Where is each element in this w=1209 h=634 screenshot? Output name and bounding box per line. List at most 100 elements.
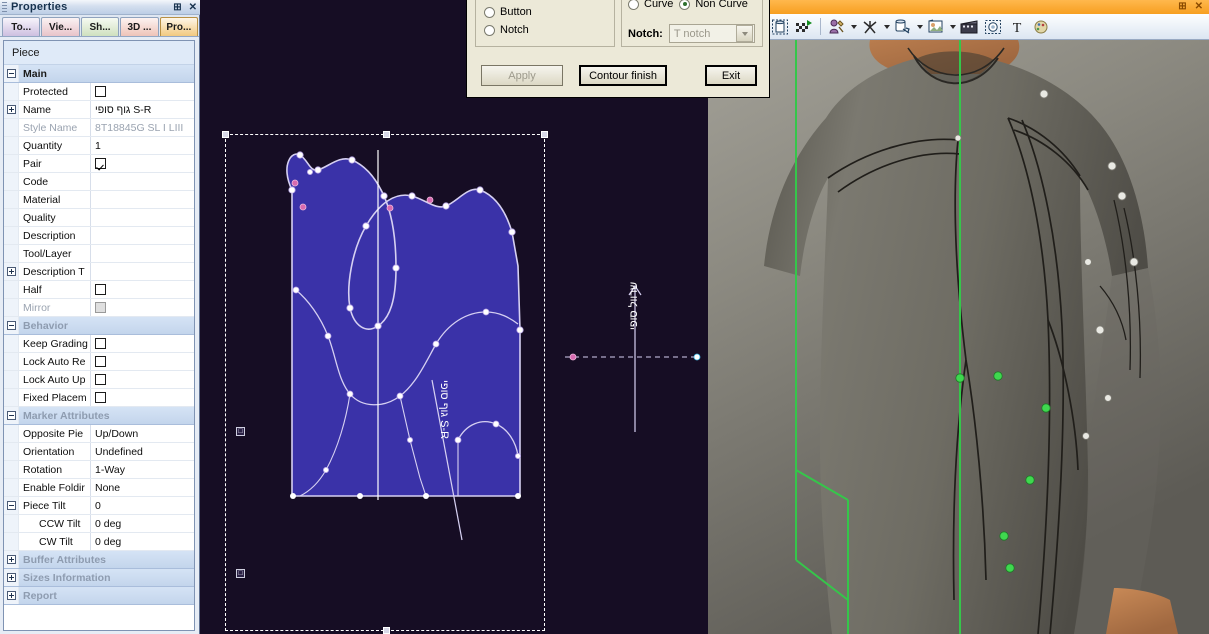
property-value[interactable]: 0 deg [91, 533, 194, 550]
radio-noncurve-option[interactable]: Non Curve [679, 0, 748, 12]
property-row-lock-auto-re[interactable]: Lock Auto Re [4, 353, 194, 371]
property-grid[interactable]: Main Protected Name גוף סופי S-R Style Name 8… [4, 65, 194, 605]
property-row-piece-tilt[interactable]: Piece Tilt 0 [4, 497, 194, 515]
movie-record-icon[interactable] [958, 16, 980, 37]
checkbox-icon[interactable] [95, 392, 106, 403]
contour-finish-button[interactable]: Contour finish [579, 65, 667, 86]
plus-icon[interactable] [6, 267, 16, 276]
property-row-code[interactable]: Code [4, 173, 194, 191]
property-row-orientation[interactable]: Orientation Undefined [4, 443, 194, 461]
resize-handle-nw[interactable] [222, 131, 229, 138]
property-row-keep-grading[interactable]: Keep Grading [4, 335, 194, 353]
property-row-mirror[interactable]: Mirror [4, 299, 194, 317]
plus-icon[interactable] [6, 573, 16, 582]
pin-icon[interactable]: ⊞ [173, 2, 181, 13]
checkbox-icon[interactable] [95, 374, 106, 385]
property-value[interactable] [91, 155, 194, 172]
property-value[interactable] [91, 227, 194, 244]
tab-tools[interactable]: To... [2, 17, 41, 36]
property-value[interactable]: 1-Way [91, 461, 194, 478]
checkbox-icon[interactable] [95, 356, 106, 367]
property-section-buffer-attributes[interactable]: Buffer Attributes [4, 551, 194, 569]
pin-icon[interactable]: ⊞ [1178, 2, 1186, 12]
section-expander[interactable] [4, 407, 19, 424]
3d-toolbar[interactable]: T [708, 14, 1209, 40]
property-section-report[interactable]: Report [4, 587, 194, 605]
checkbox-icon[interactable] [95, 284, 106, 295]
section-expander[interactable] [4, 551, 19, 568]
stitch-tool-icon[interactable] [892, 16, 914, 37]
apply-button[interactable]: Apply [481, 65, 563, 86]
checkbox-icon[interactable] [95, 158, 106, 169]
chevron-down-icon[interactable] [917, 24, 923, 29]
property-row-pair[interactable]: Pair [4, 155, 194, 173]
property-row-lock-auto-up[interactable]: Lock Auto Up [4, 371, 194, 389]
piece-anchor-marker-top[interactable]: □ [236, 427, 245, 436]
row-expander[interactable] [4, 101, 19, 118]
close-icon[interactable]: ✕ [189, 2, 197, 13]
property-row-name[interactable]: Name גוף סופי S-R [4, 101, 194, 119]
property-row-material[interactable]: Material [4, 191, 194, 209]
tab-properties[interactable]: Pro... [159, 17, 199, 36]
close-icon[interactable]: ✕ [1195, 2, 1203, 12]
property-value[interactable]: None [91, 479, 194, 496]
radio-icon[interactable] [628, 0, 639, 10]
minus-icon[interactable] [6, 69, 16, 78]
property-section-behavior[interactable]: Behavior [4, 317, 194, 335]
selection-bounding-box[interactable] [222, 131, 548, 634]
chevron-down-icon[interactable] [851, 24, 857, 29]
property-row-quality[interactable]: Quality [4, 209, 194, 227]
property-value[interactable] [91, 173, 194, 190]
property-value[interactable]: 0 [91, 497, 194, 514]
exit-button[interactable]: Exit [705, 65, 757, 86]
property-value[interactable] [91, 191, 194, 208]
row-expander[interactable] [4, 263, 19, 280]
property-value[interactable]: 1 [91, 137, 194, 154]
minus-icon[interactable] [6, 321, 16, 330]
select-piece-icon[interactable] [769, 16, 791, 37]
checkbox-icon[interactable] [95, 302, 106, 313]
dock-grip[interactable] [2, 1, 7, 13]
property-row-enable-foldir[interactable]: Enable Foldir None [4, 479, 194, 497]
property-value[interactable] [91, 299, 194, 316]
piece-anchor-marker-bottom[interactable]: □ [236, 569, 245, 578]
chevron-down-icon[interactable] [950, 24, 956, 29]
row-expander[interactable] [4, 497, 19, 514]
property-row-fixed-placem[interactable]: Fixed Placem [4, 389, 194, 407]
property-row-rotation[interactable]: Rotation 1-Way [4, 461, 194, 479]
property-row-description-t[interactable]: Description T [4, 263, 194, 281]
property-row-ccw-tilt[interactable]: CCW Tilt 0 deg [4, 515, 194, 533]
property-value[interactable] [91, 245, 194, 262]
property-row-tool-layer[interactable]: Tool/Layer [4, 245, 194, 263]
property-value[interactable] [91, 209, 194, 226]
radio-notch-option[interactable]: Notch [484, 22, 614, 38]
section-expander[interactable] [4, 65, 19, 82]
tab-3d[interactable]: 3D ... [120, 17, 159, 36]
property-value[interactable]: 8T18845G SL I LIII [91, 119, 194, 136]
chevron-down-icon[interactable] [884, 24, 890, 29]
resize-handle-ne[interactable] [541, 131, 548, 138]
radio-button-option[interactable]: Button [484, 4, 614, 20]
radio-icon[interactable] [484, 24, 495, 36]
plus-icon[interactable] [6, 591, 16, 600]
section-expander[interactable] [4, 317, 19, 334]
notch-properties-dialog[interactable]: Button Notch Curve Non Curve Notch: T no… [466, 0, 770, 98]
chevron-down-icon[interactable] [735, 25, 753, 42]
plus-icon[interactable] [6, 105, 16, 114]
property-row-opposite-pie[interactable]: Opposite Pie Up/Down [4, 425, 194, 443]
tab-view[interactable]: Vie... [41, 17, 80, 36]
render-image-icon[interactable] [925, 16, 947, 37]
fabric-texture-icon[interactable] [793, 16, 815, 37]
property-row-cw-tilt[interactable]: CW Tilt 0 deg [4, 533, 194, 551]
radio-icon[interactable] [484, 6, 495, 18]
tab-shape[interactable]: Sh... [80, 17, 120, 36]
property-row-protected[interactable]: Protected [4, 83, 194, 101]
resize-handle-s[interactable] [383, 627, 390, 634]
section-expander[interactable] [4, 569, 19, 586]
property-value[interactable] [91, 263, 194, 280]
property-value[interactable] [91, 371, 194, 388]
radio-curve-option[interactable]: Curve [628, 0, 673, 12]
3d-viewport[interactable]: ⊞ ✕ T [708, 0, 1209, 634]
plus-icon[interactable] [6, 555, 16, 564]
property-row-half[interactable]: Half [4, 281, 194, 299]
